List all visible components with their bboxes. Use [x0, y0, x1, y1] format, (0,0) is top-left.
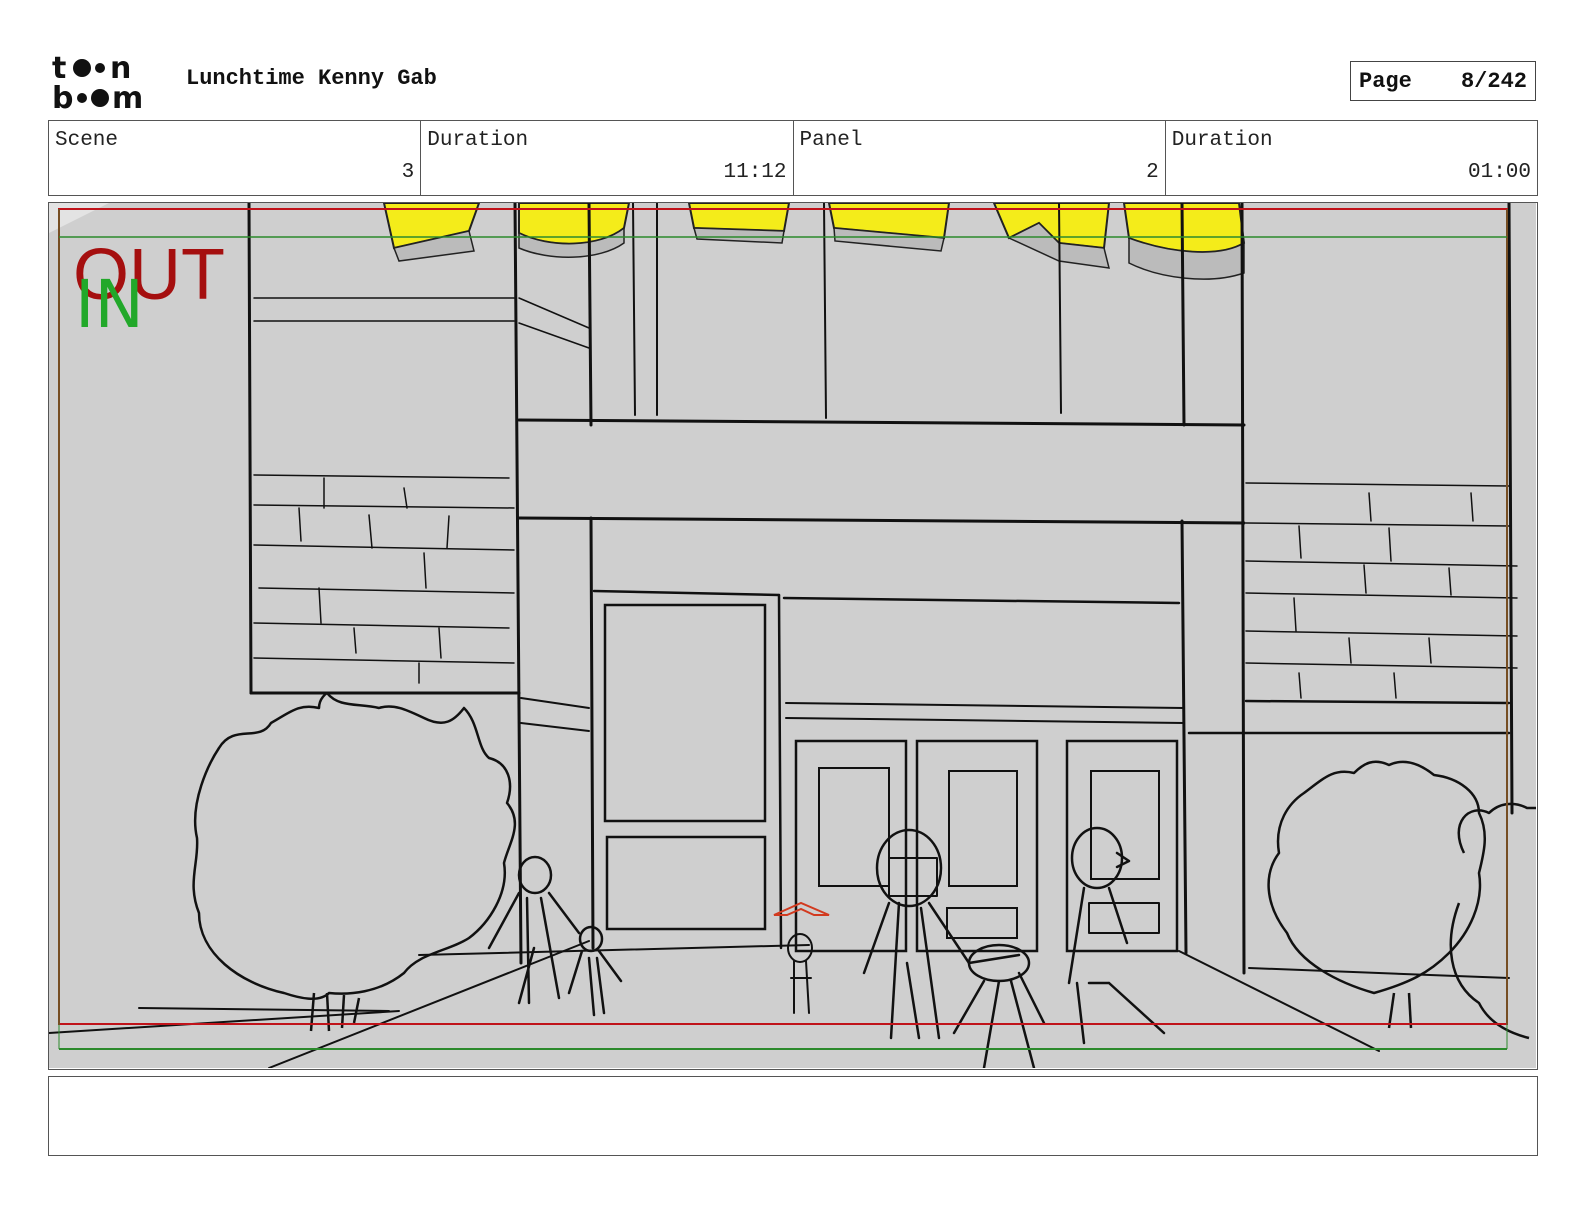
scene-duration-value: 11:12 — [723, 161, 787, 184]
scene-duration-cell: Duration 11:12 — [420, 121, 792, 195]
page-label: Page — [1359, 68, 1412, 94]
panel-duration-cell: Duration 01:00 — [1164, 121, 1537, 195]
scene-value: 3 — [401, 161, 415, 184]
panel-notes — [48, 1076, 1538, 1156]
page-number: 8/242 — [1460, 68, 1527, 94]
svg-text:m: m — [112, 81, 143, 112]
in-marker: IN — [75, 266, 144, 343]
svg-text:b: b — [52, 81, 73, 112]
panel-duration-label: Duration — [1171, 129, 1273, 152]
panel-sketch: OUT IN — [49, 203, 1536, 1068]
info-row: Scene 3 Duration 11:12 Panel 2 Duration … — [48, 120, 1538, 196]
toon-boom-logo: t n b m — [52, 51, 143, 112]
panel-label: Panel — [799, 129, 863, 152]
project-title: Lunchtime Kenny Gab — [186, 66, 437, 91]
storyboard-panel: OUT IN — [48, 202, 1538, 1070]
panel-duration-value: 01:00 — [1467, 161, 1531, 184]
scene-label: Scene — [55, 129, 119, 152]
page-indicator: Page 8/242 — [1350, 61, 1536, 101]
panel-cell: Panel 2 — [792, 121, 1165, 195]
scene-duration-label: Duration — [427, 129, 529, 152]
panel-value: 2 — [1146, 161, 1159, 184]
scene-cell: Scene 3 — [49, 121, 420, 195]
